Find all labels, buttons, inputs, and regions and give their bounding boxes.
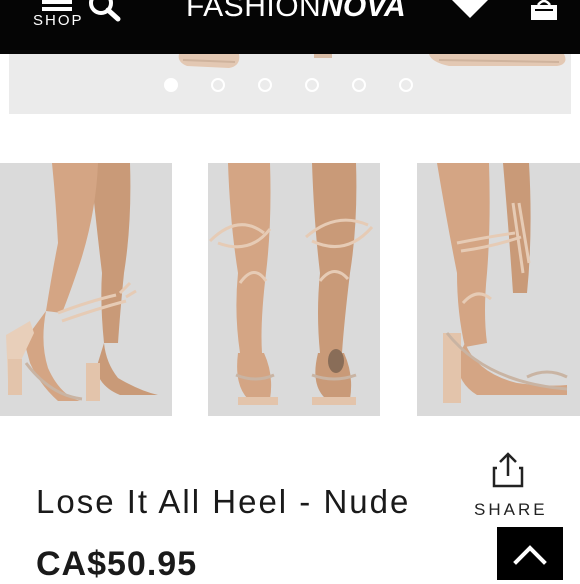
search-icon[interactable] bbox=[88, 0, 122, 22]
product-title: Lose It All Heel - Nude bbox=[36, 483, 411, 520]
top-nav-bar: SHOP FASHIONNOVA bbox=[0, 0, 580, 54]
thumbnail-image-1 bbox=[0, 163, 172, 416]
shop-label[interactable]: SHOP bbox=[33, 12, 84, 29]
product-image-carousel[interactable] bbox=[9, 54, 571, 114]
product-thumbnail-1[interactable] bbox=[0, 163, 172, 416]
share-icon[interactable] bbox=[491, 452, 525, 488]
product-thumbnail-2[interactable] bbox=[208, 163, 380, 416]
thumbnail-image-3 bbox=[417, 163, 580, 416]
thumbnail-image-2 bbox=[208, 163, 380, 416]
share-label[interactable]: SHARE bbox=[474, 500, 548, 520]
product-price: CA$50.95 bbox=[36, 545, 198, 583]
menu-icon[interactable] bbox=[42, 0, 72, 12]
main-product-image bbox=[9, 54, 571, 114]
product-thumbnail-3[interactable] bbox=[417, 163, 580, 416]
carousel-dot-1[interactable] bbox=[164, 78, 178, 92]
logo-nova: NOVA bbox=[321, 0, 406, 23]
carousel-dot-3[interactable] bbox=[258, 78, 272, 92]
logo-fashion: FASHION bbox=[186, 0, 322, 23]
brand-logo[interactable]: FASHIONNOVA bbox=[186, 0, 406, 24]
scroll-to-top-button[interactable] bbox=[497, 527, 563, 580]
heart-icon[interactable] bbox=[450, 0, 490, 22]
bag-icon[interactable] bbox=[529, 0, 559, 22]
carousel-dot-2[interactable] bbox=[211, 78, 225, 92]
carousel-dot-5[interactable] bbox=[352, 78, 366, 92]
carousel-dot-6[interactable] bbox=[399, 78, 413, 92]
chevron-up-icon bbox=[513, 544, 547, 565]
carousel-dot-4[interactable] bbox=[305, 78, 319, 92]
